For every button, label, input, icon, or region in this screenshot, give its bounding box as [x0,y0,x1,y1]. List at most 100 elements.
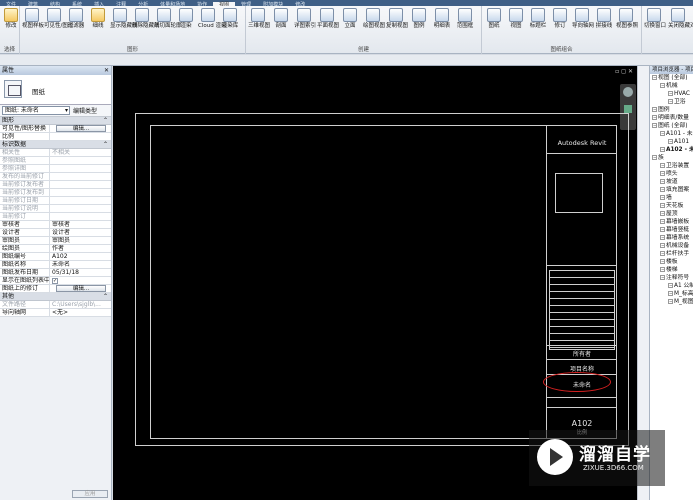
property-value[interactable]: 作者 [50,245,111,252]
expand-toggle-icon[interactable]: − [660,163,665,168]
browser-tree-item[interactable]: − 楼板 [650,258,693,266]
browser-tree-item[interactable]: − 屋顶 [650,210,693,218]
revisions-button[interactable]: 修订 [550,8,570,29]
expand-toggle-icon[interactable]: − [652,123,657,128]
browser-tree-item[interactable]: − 填充图案 [650,186,693,194]
expand-toggle-icon[interactable]: − [660,83,665,88]
browser-tree-item[interactable]: − 卫浴装置 [650,162,693,170]
expand-toggle-icon[interactable]: − [660,195,665,200]
expand-toggle-icon[interactable]: − [652,75,657,80]
section-button[interactable]: 剖面 [271,8,291,29]
expand-toggle-icon[interactable]: − [668,299,673,304]
expand-toggle-icon[interactable]: − [660,267,665,272]
browser-tree-item[interactable]: − A1 公制 [650,282,693,290]
browser-tree-item[interactable]: − 天花板 [650,202,693,210]
expand-toggle-icon[interactable]: − [668,283,673,288]
edit-button[interactable]: 编辑... [56,285,106,292]
expand-toggle-icon[interactable]: − [660,171,665,176]
browser-tree-item[interactable]: − 明细表/数量 [650,114,693,122]
expand-toggle-icon[interactable]: − [652,115,657,120]
expand-toggle-icon[interactable]: − [652,155,657,160]
expand-toggle-icon[interactable]: − [660,203,665,208]
browser-tree-item[interactable]: − 喷头 [650,170,693,178]
property-value[interactable]: A102 [50,253,111,260]
property-value[interactable]: 05/31/18 [50,269,111,276]
expand-toggle-icon[interactable]: − [660,211,665,216]
browser-tree-item[interactable]: − 卫浴 [650,98,693,106]
property-value[interactable] [50,133,111,140]
render-gallery-button[interactable]: 渲染库 [220,8,240,29]
property-value[interactable]: 编辑... [50,125,111,132]
drafting-view-button[interactable]: 绘图视图 [363,8,385,29]
apply-button[interactable]: 应用 [72,490,108,498]
group-other[interactable]: 其他 ⌃ [0,293,111,301]
render-button[interactable]: 渲染 [176,8,196,29]
browser-tree-item[interactable]: − 族 [650,154,693,162]
edit-button[interactable]: 编辑... [56,125,106,132]
cursor-button[interactable]: 修改 [1,8,21,29]
browser-tree-item[interactable]: − HVAC [650,90,693,98]
property-value[interactable]: 审图员 [50,237,111,244]
expand-toggle-icon[interactable]: − [660,235,665,240]
steering-wheel-icon[interactable] [623,87,633,97]
browser-tree-item[interactable]: −A102 - 未命名 [650,146,693,154]
expand-toggle-icon[interactable]: − [660,219,665,224]
sheet-button[interactable]: 图纸 [484,8,504,29]
property-value[interactable]: 编辑... [50,285,111,292]
zoom-icon[interactable] [624,105,632,113]
group-graphics[interactable]: 图形 ⌃ [0,117,111,125]
browser-tree-item[interactable]: − 坡道 [650,178,693,186]
expand-toggle-icon[interactable]: − [652,107,657,112]
browser-tree-item[interactable]: − M_视图 [650,298,693,306]
browser-tree-item[interactable]: − 图例 [650,106,693,114]
property-value[interactable]: 设计者 [50,229,111,236]
expand-toggle-icon[interactable]: − [660,227,665,232]
browser-tree-item[interactable]: − 图纸 (全部) [650,122,693,130]
edit-type-button[interactable]: 编辑类型 [73,106,97,115]
close-icon[interactable]: ✕ [104,66,109,75]
expand-toggle-icon[interactable]: − [660,179,665,184]
cloud-render-button[interactable]: Cloud 渲染 [198,8,226,29]
cut-profile-button[interactable]: 剖切面轮廓 [154,8,182,29]
instance-filter-dropdown[interactable]: 图纸: 未命名 [2,106,70,115]
guide-grid-button[interactable]: 导向轴网 [572,8,594,29]
type-selector[interactable]: 图纸 [0,75,111,105]
property-value[interactable]: 审核者 [50,221,111,228]
plan-view-button[interactable]: 平面视图 [317,8,339,29]
view-button[interactable]: 视图 [506,8,526,29]
show-hidden-lines-button[interactable]: 显示隐藏线 [110,8,138,29]
close-hidden-button[interactable]: 关闭隐藏对象 [668,8,693,29]
3d-view-button[interactable]: 三维视图 [248,8,270,29]
browser-tree-item[interactable]: − 幕墙嵌板 [650,218,693,226]
browser-tree-item[interactable]: − 幕墙系统 [650,234,693,242]
expand-toggle-icon[interactable]: − [660,275,665,280]
expand-toggle-icon[interactable]: − [660,131,665,136]
browser-tree-item[interactable]: −A101 - 未命名 [650,130,693,138]
matchline-button[interactable]: 拼接线 [594,8,614,29]
browser-tree-item[interactable]: − 机械设备 [650,242,693,250]
expand-toggle-icon[interactable]: − [660,187,665,192]
view-window-controls[interactable]: ▫ ◻ ✕ [615,68,633,75]
expand-toggle-icon[interactable]: − [660,147,665,152]
expand-toggle-icon[interactable]: − [668,291,673,296]
schedule-button[interactable]: 明细表 [432,8,452,29]
expand-toggle-icon[interactable]: − [660,243,665,248]
browser-tree-item[interactable]: − 注释符号 [650,274,693,282]
browser-tree-item[interactable]: − 机械 [650,82,693,90]
remove-hidden-lines-button[interactable]: 删除隐藏线 [132,8,160,29]
browser-tree-item[interactable]: − A101 [650,138,693,146]
browser-tree-item[interactable]: − 视图 (全部) [650,74,693,82]
switch-windows-button[interactable]: 切换窗口 [644,8,666,29]
view-reference-button[interactable]: 视图参照 [616,8,638,29]
browser-tree-item[interactable]: − 幕墙竖梃 [650,226,693,234]
browser-tree-item[interactable]: − 墙 [650,194,693,202]
visibility-button[interactable]: 可见性/图形 [44,8,73,29]
scope-box-button[interactable]: 范围框 [455,8,475,29]
expand-toggle-icon[interactable]: − [660,251,665,256]
browser-tree-item[interactable]: − 栏杆扶手 [650,250,693,258]
expand-toggle-icon[interactable]: − [668,99,673,104]
thin-lines-button[interactable]: 细线 [88,8,108,29]
group-identity-data[interactable]: 标识数据 ⌃ [0,141,111,149]
property-value[interactable]: ✓ [50,277,111,284]
expand-toggle-icon[interactable]: − [668,139,673,144]
